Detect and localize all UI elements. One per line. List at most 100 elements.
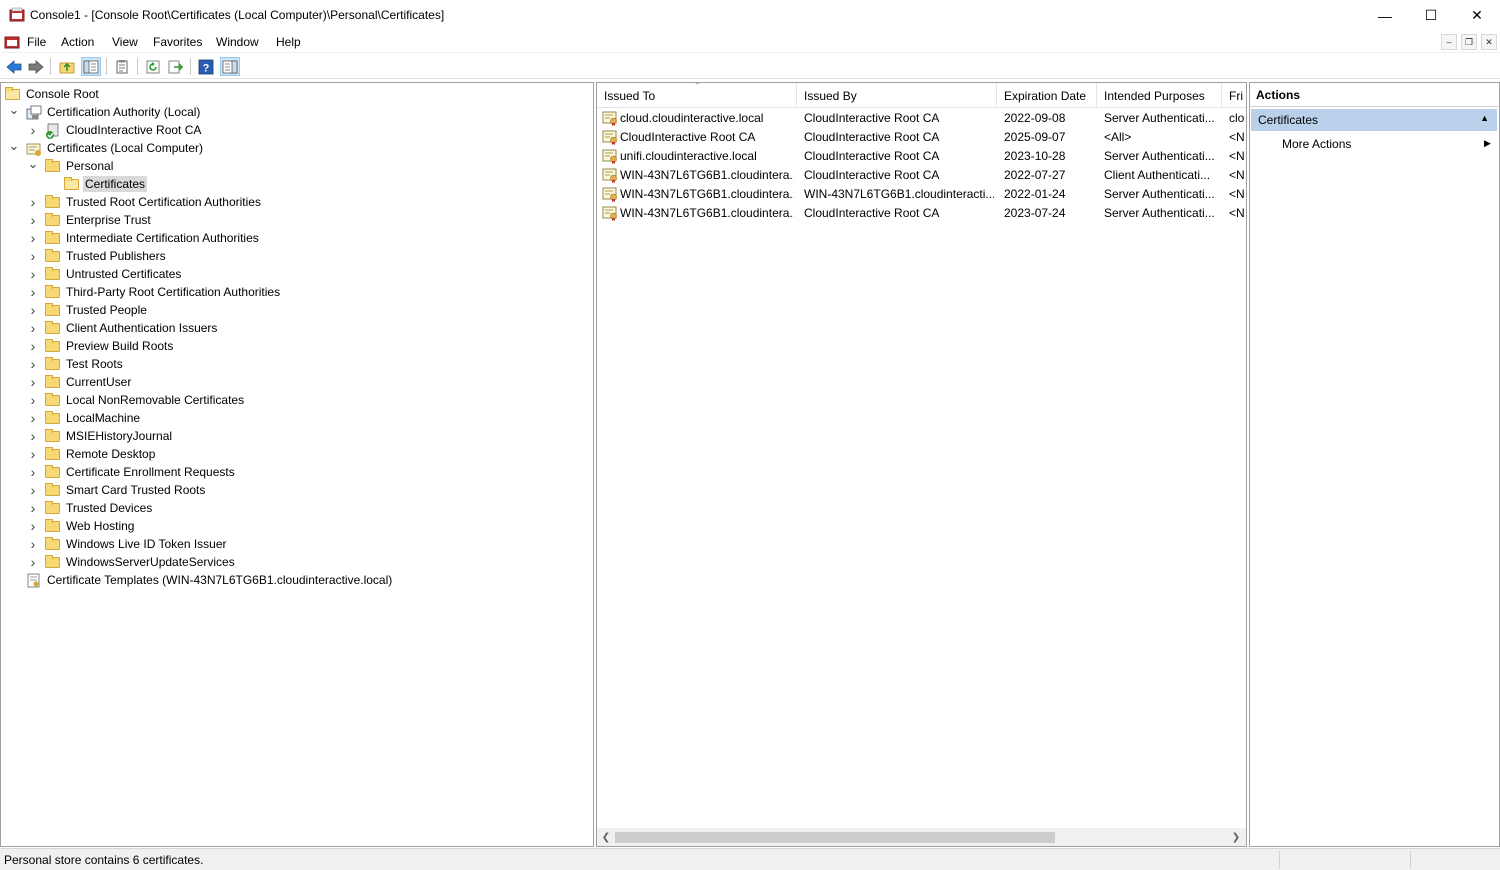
table-row[interactable]: WIN-43N7L6TG6B1.cloudintera... CloudInter… <box>597 204 1246 223</box>
tree-item[interactable]: Certificate Templates (WIN-43N7L6TG6B1.c… <box>8 571 394 589</box>
chevron-right-icon[interactable]: › <box>27 536 39 552</box>
tree-item[interactable]: Certificates <box>46 175 148 193</box>
chevron-down-icon[interactable]: ⌄ <box>27 156 39 171</box>
back-button[interactable] <box>4 57 24 76</box>
menu-action[interactable]: Action <box>61 35 94 49</box>
child-restore-button[interactable]: ❐ <box>1461 34 1477 50</box>
maximize-button[interactable]: ☐ <box>1408 0 1454 31</box>
chevron-right-icon[interactable]: › <box>27 122 39 138</box>
chevron-right-icon[interactable]: › <box>27 554 39 570</box>
up-one-level-button[interactable] <box>57 57 77 76</box>
horizontal-scrollbar[interactable]: ❮ ❯ <box>597 828 1246 846</box>
mmc-app-icon[interactable] <box>9 7 25 23</box>
tree-item[interactable]: › CurrentUser <box>27 373 133 391</box>
chevron-right-icon[interactable]: › <box>27 518 39 534</box>
show-hide-action-pane-button[interactable] <box>220 57 240 76</box>
minimize-button[interactable]: — <box>1362 0 1408 31</box>
chevron-right-icon[interactable]: › <box>27 428 39 444</box>
tree-item[interactable]: › Trusted Publishers <box>27 247 168 265</box>
tree-item[interactable]: › Remote Desktop <box>27 445 157 463</box>
export-list-button[interactable] <box>166 57 186 76</box>
tree-item[interactable]: › Web Hosting <box>27 517 136 535</box>
tree-item[interactable]: › Client Authentication Issuers <box>27 319 219 337</box>
chevron-right-icon[interactable]: › <box>27 194 39 210</box>
tree-item[interactable]: › CloudInteractive Root CA <box>27 121 203 139</box>
menu-help[interactable]: Help <box>276 35 301 49</box>
tree-item[interactable]: › Certificate Enrollment Requests <box>27 463 237 481</box>
tree-item[interactable]: › Untrusted Certificates <box>27 265 183 283</box>
child-window-icon[interactable] <box>4 34 20 50</box>
tree-item[interactable]: › Intermediate Certification Authorities <box>27 229 261 247</box>
chevron-right-icon[interactable]: › <box>27 482 39 498</box>
menu-view[interactable]: View <box>112 35 138 49</box>
properties-button[interactable] <box>112 57 132 76</box>
tree-item[interactable]: › Trusted People <box>27 301 149 319</box>
chevron-down-icon[interactable]: ⌄ <box>8 102 20 117</box>
chevron-right-icon[interactable]: › <box>27 500 39 516</box>
scroll-right-icon[interactable]: ❯ <box>1229 830 1243 844</box>
chevron-right-icon[interactable]: › <box>27 446 39 462</box>
child-minimize-button[interactable]: – <box>1441 34 1457 50</box>
scroll-left-icon[interactable]: ❮ <box>599 830 613 844</box>
chevron-right-icon[interactable]: › <box>27 338 39 354</box>
chevron-right-icon[interactable]: › <box>27 374 39 390</box>
restore-icon: ❐ <box>1464 36 1474 47</box>
tree-item[interactable]: › Windows Live ID Token Issuer <box>27 535 229 553</box>
tree-item[interactable]: › Enterprise Trust <box>27 211 153 229</box>
table-row[interactable]: CloudInteractive Root CA CloudInteractive… <box>597 128 1246 147</box>
chevron-down-icon[interactable]: ⌄ <box>8 138 20 153</box>
tree-item[interactable]: › Trusted Root Certification Authorities <box>27 193 263 211</box>
chevron-right-icon[interactable]: › <box>27 230 39 246</box>
column-issued-by[interactable]: Issued By <box>797 83 997 108</box>
close-button[interactable]: ✕ <box>1454 0 1500 31</box>
chevron-right-icon[interactable]: › <box>27 266 39 282</box>
forward-button[interactable] <box>26 57 46 76</box>
menu-file[interactable]: File <box>27 35 46 49</box>
actions-section-certificates[interactable]: Certificates ▲ <box>1251 109 1497 131</box>
chevron-right-icon[interactable]: › <box>27 284 39 300</box>
column-issued-to[interactable]: Issued To ⌃ <box>597 83 797 108</box>
tree-item[interactable]: › Test Roots <box>27 355 125 373</box>
tree-item[interactable]: Console Root <box>5 85 101 103</box>
tree-item[interactable]: ⌄ Personal <box>27 156 115 175</box>
chevron-right-icon[interactable]: › <box>27 410 39 426</box>
chevron-right-icon[interactable]: › <box>27 356 39 372</box>
collapse-up-icon[interactable]: ▲ <box>1480 113 1489 123</box>
chevron-right-icon[interactable]: › <box>27 302 39 318</box>
tree-item[interactable]: › Third-Party Root Certification Authorit… <box>27 283 282 301</box>
child-close-button[interactable]: ✕ <box>1481 34 1497 50</box>
show-hide-console-tree-button[interactable] <box>81 57 101 76</box>
chevron-right-icon[interactable]: › <box>27 392 39 408</box>
tree-item[interactable]: › Trusted Devices <box>27 499 154 517</box>
tree-item[interactable]: › MSIEHistoryJournal <box>27 427 174 445</box>
refresh-button[interactable] <box>143 57 163 76</box>
column-intended-purposes[interactable]: Intended Purposes <box>1097 83 1222 108</box>
column-friendly-name[interactable]: Fri <box>1222 83 1246 108</box>
tree-item[interactable]: ⌄ Certification Authority (Local) <box>8 102 202 121</box>
cell-issued-to: cloud.cloudinteractive.local <box>620 111 764 125</box>
more-actions-item[interactable]: More Actions <box>1282 137 1351 151</box>
chevron-right-icon[interactable]: › <box>27 248 39 264</box>
scrollbar-thumb[interactable] <box>615 832 1055 843</box>
table-row[interactable]: unifi.cloudinteractive.local CloudInterac… <box>597 147 1246 166</box>
column-expiration-date[interactable]: Expiration Date <box>997 83 1097 108</box>
tree-item[interactable]: › Smart Card Trusted Roots <box>27 481 207 499</box>
console-tree-pane[interactable]: Console Root ⌄ Certification Authority (Lo… <box>0 82 594 847</box>
tree-item[interactable]: › LocalMachine <box>27 409 142 427</box>
chevron-right-icon[interactable]: › <box>27 212 39 228</box>
tree-item[interactable]: › WindowsServerUpdateServices <box>27 553 237 571</box>
table-row[interactable]: WIN-43N7L6TG6B1.cloudintera... CloudInter… <box>597 166 1246 185</box>
table-row[interactable]: WIN-43N7L6TG6B1.cloudintera... WIN-43N7L6… <box>597 185 1246 204</box>
column-label: Issued To <box>604 88 656 103</box>
tree-item[interactable]: › Local NonRemovable Certificates <box>27 391 246 409</box>
chevron-right-icon[interactable]: › <box>27 320 39 336</box>
folder-icon <box>45 555 61 569</box>
tree-item[interactable]: ⌄ Certificates (Local Computer) <box>8 138 205 157</box>
table-row[interactable]: cloud.cloudinteractive.local CloudInterac… <box>597 109 1246 128</box>
menu-window[interactable]: Window <box>216 35 259 49</box>
chevron-right-icon[interactable]: › <box>27 464 39 480</box>
tree-item[interactable]: › Preview Build Roots <box>27 337 175 355</box>
menu-favorites[interactable]: Favorites <box>153 35 202 49</box>
help-button[interactable]: ? <box>196 57 216 76</box>
results-list-pane[interactable]: Issued To ⌃ Issued By Expiration Date In… <box>596 82 1247 847</box>
